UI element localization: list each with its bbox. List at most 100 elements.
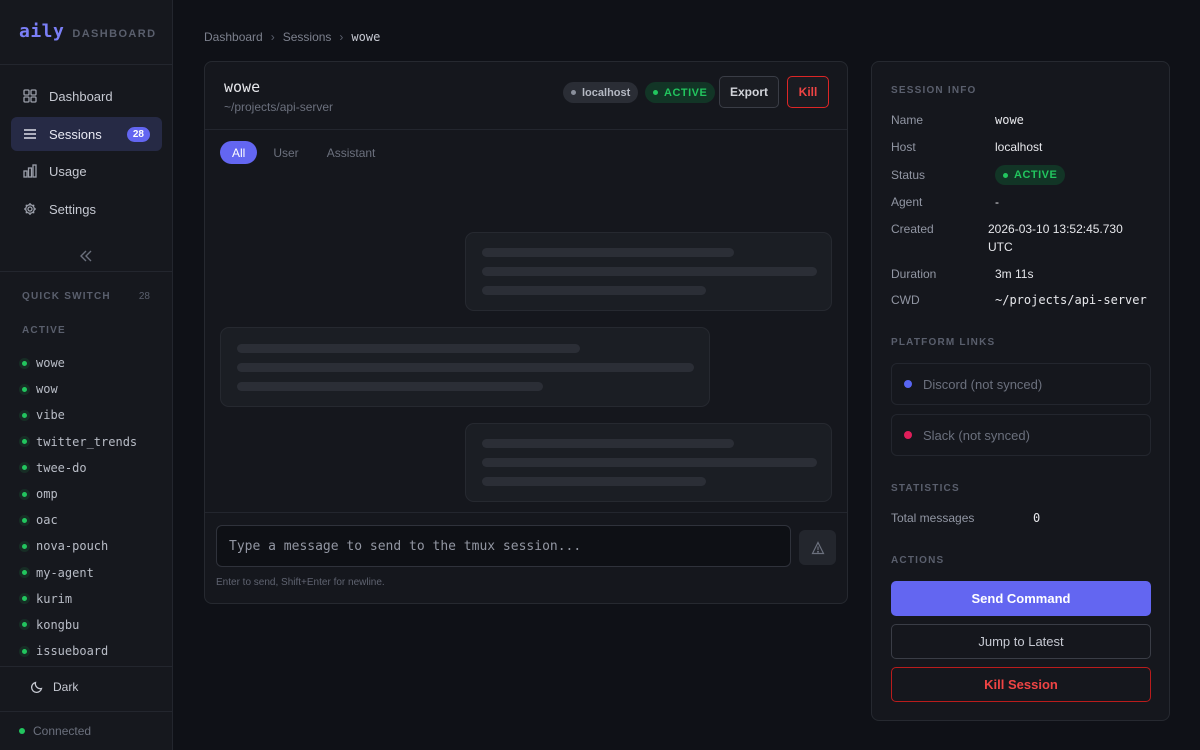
quick-switch-item[interactable]: kurim [22,586,137,612]
message-skeleton [465,423,832,502]
skeleton-line [482,248,734,257]
quick-switch-list: wowe wow vibe twitter_trends twee-do omp… [22,350,137,664]
active-status-dot [22,648,27,654]
gear-icon [23,202,37,216]
total-messages-value: 0 [1033,511,1041,525]
filter-user[interactable]: User [261,141,310,164]
connection-status: Connected [19,724,91,738]
nav-item-usage[interactable]: Usage [11,154,162,188]
quick-switch-item[interactable]: oac [22,507,137,533]
quick-switch-item[interactable]: omp [22,481,137,507]
cwd-value: ~/projects/api-server [995,293,1147,307]
filter-all[interactable]: All [220,141,258,164]
total-messages-label: Total messages [891,511,975,525]
host-dot [571,90,576,95]
nav-item-dashboard[interactable]: Dashboard [11,79,162,113]
message-composer: Enter to send, Shift+Enter for newline. [205,512,847,603]
skeleton-line [237,382,543,391]
session-title: wowe [224,78,261,96]
active-status-dot [22,412,27,418]
session-header: wowe ~/projects/api-server localhost ACT… [205,62,847,130]
quick-switch-item[interactable]: wow [22,376,137,402]
quick-switch-count: 28 [138,291,150,302]
status-dot [653,90,658,95]
moon-icon [30,680,44,694]
nav-item-sessions[interactable]: Sessions 28 [11,117,162,151]
kill-session-button[interactable]: Kill Session [891,667,1151,702]
cwd-label: CWD [891,293,920,307]
status-label: Status [891,168,926,182]
nav-item-label: Dashboard [49,88,113,104]
agent-label: Agent [891,195,923,209]
duration-label: Duration [891,267,937,281]
bar-chart-icon [23,164,37,178]
quick-switch-item[interactable]: my-agent [22,560,137,586]
send-button[interactable] [799,530,836,565]
statistics-title: STATISTICS [891,483,960,494]
quick-switch-item[interactable]: issueboard [22,638,137,664]
breadcrumb-dashboard[interactable]: Dashboard [204,30,263,44]
kill-button[interactable]: Kill [787,76,829,108]
theme-toggle-button[interactable]: Dark [30,680,78,694]
name-label: Name [891,113,924,127]
discord-dot [904,380,912,388]
status-badge: ACTIVE [995,165,1066,185]
export-button[interactable]: Export [719,76,779,108]
slack-link[interactable]: Slack (not synced) [891,414,1151,456]
host-value: localhost [995,140,1043,154]
active-status-dot [22,570,27,576]
quick-switch-item[interactable]: vibe [22,402,137,428]
quick-switch-item[interactable]: twitter_trends [22,429,137,455]
quick-switch-item[interactable]: wowe [22,350,137,376]
skeleton-line [237,344,580,353]
breadcrumb: Dashboard › Sessions › wowe [204,30,380,44]
message-input[interactable] [216,525,791,567]
active-status-dot [22,360,27,366]
skeleton-line [482,267,817,276]
session-info-panel: SESSION INFO Name wowe Host localhost St… [871,61,1170,721]
active-status-dot [22,491,27,497]
duration-value: 3m 11s [995,267,1034,281]
session-chat-panel: wowe ~/projects/api-server localhost ACT… [204,61,848,604]
active-status-dot [22,386,27,392]
active-status-dot [22,622,27,628]
message-filters: All User Assistant [220,141,387,164]
divider [0,271,173,272]
slack-dot [904,431,912,439]
jump-to-latest-button[interactable]: Jump to Latest [891,624,1151,659]
brand-subtitle: DASHBOARD [72,28,157,40]
status-dot [1003,172,1008,178]
active-status-dot [22,465,27,471]
skeleton-line [482,286,706,295]
divider [0,64,173,65]
status-badge: ACTIVE [645,82,716,103]
filter-assistant[interactable]: Assistant [315,141,388,164]
skeleton-line [482,439,734,448]
message-skeleton [465,232,832,311]
collapse-sidebar-icon[interactable] [78,248,94,264]
breadcrumb-separator: › [339,30,344,44]
discord-link[interactable]: Discord (not synced) [891,363,1151,405]
session-path: ~/projects/api-server [224,100,334,114]
breadcrumb-separator: › [270,30,275,44]
quick-switch-item[interactable]: twee-do [22,455,137,481]
breadcrumb-sessions[interactable]: Sessions [283,30,332,44]
brand-logo: aily [19,21,65,42]
skeleton-line [237,363,694,372]
quick-switch-item[interactable]: kongbu [22,612,137,638]
send-icon [811,540,824,554]
host-label: Host [891,140,916,154]
quick-switch-item[interactable]: nova-pouch [22,533,137,559]
grid-icon [23,89,37,103]
send-command-button[interactable]: Send Command [891,581,1151,616]
created-label: Created [891,222,934,236]
nav-item-label: Usage [49,163,87,179]
sessions-count-badge: 28 [126,126,150,142]
quick-switch-label: QUICK SWITCH [22,291,111,302]
connection-dot [19,728,25,734]
message-skeleton [220,327,710,407]
brand[interactable]: aily DASHBOARD [19,21,156,43]
divider [0,666,173,667]
divider [0,711,173,712]
nav-item-settings[interactable]: Settings [11,192,162,226]
